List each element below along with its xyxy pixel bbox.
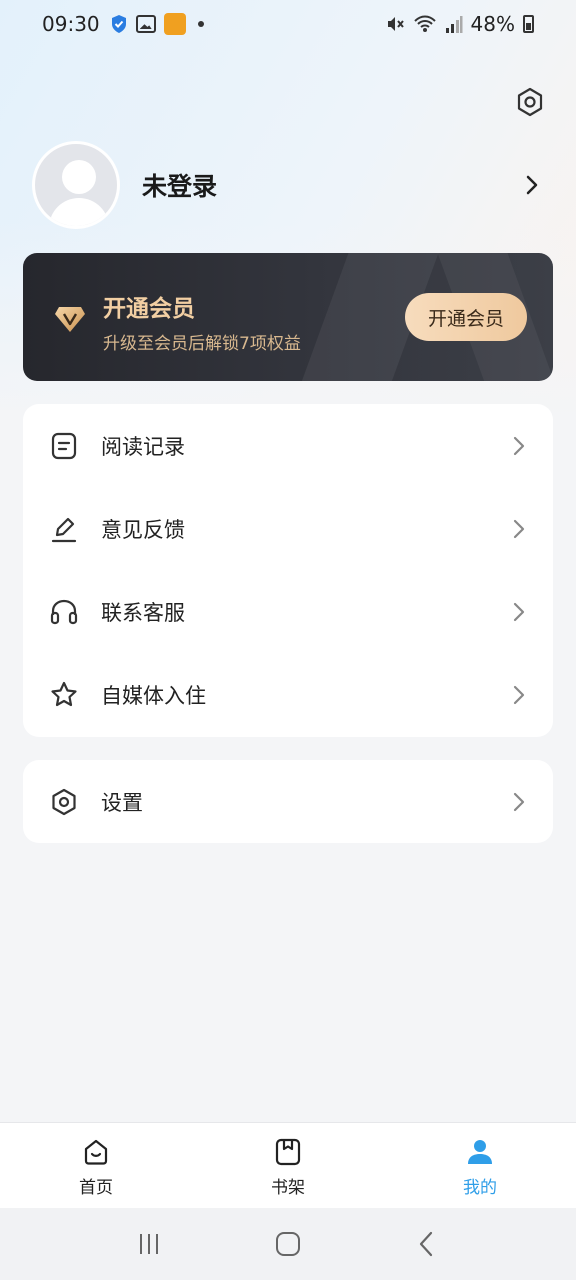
- battery-percent: 48%: [470, 12, 515, 36]
- headphones-icon: [50, 599, 78, 624]
- vip-subtitle: 升级至会员后解锁7项权益: [103, 334, 301, 354]
- menu-item-label: 自媒体入住: [101, 683, 206, 708]
- nav-item-home[interactable]: 首页: [0, 1123, 192, 1208]
- home-icon: [84, 1139, 108, 1165]
- menu-item-label: 阅读记录: [101, 434, 185, 459]
- nav-label: 首页: [79, 1178, 113, 1198]
- menu-item-self-media[interactable]: 自媒体入住: [23, 653, 553, 736]
- menu-item-label: 意见反馈: [101, 517, 185, 542]
- menu-item-label: 联系客服: [101, 600, 185, 625]
- settings-hexagon-icon: [52, 788, 76, 815]
- status-bar: 09:30 48%: [0, 0, 576, 48]
- system-nav-bar: [0, 1208, 576, 1280]
- menu-item-reading-history[interactable]: 阅读记录: [23, 404, 553, 487]
- star-icon: [51, 681, 77, 706]
- pencil-icon: [51, 517, 77, 542]
- menu-item-feedback[interactable]: 意见反馈: [23, 487, 553, 570]
- nav-label: 书架: [271, 1178, 305, 1198]
- open-vip-button[interactable]: 开通会员: [405, 293, 527, 341]
- back-icon[interactable]: [412, 1229, 442, 1259]
- settings-label: 设置: [101, 790, 143, 815]
- chevron-right-icon: [513, 602, 525, 622]
- recent-apps-icon[interactable]: [134, 1229, 164, 1259]
- gallery-icon: [135, 15, 156, 33]
- app-notification-icon: [163, 13, 186, 35]
- settings-card: 设置: [23, 760, 553, 843]
- chevron-right-icon: [513, 792, 525, 812]
- home-button-icon[interactable]: [273, 1229, 303, 1259]
- reading-history-icon: [51, 432, 77, 459]
- bottom-nav: 首页 书架 我的: [0, 1122, 576, 1208]
- mute-icon: [387, 17, 404, 31]
- bookshelf-icon: [275, 1138, 301, 1166]
- nav-label: 我的: [463, 1178, 497, 1198]
- signal-icon: [445, 16, 463, 33]
- chevron-right-icon: [513, 436, 525, 456]
- user-icon: [468, 1140, 492, 1164]
- chevron-right-icon: [513, 685, 525, 705]
- vip-promo-card[interactable]: 开通会员 升级至会员后解锁7项权益 开通会员: [23, 253, 553, 381]
- wifi-icon: [413, 15, 436, 32]
- dot-icon: [197, 21, 204, 27]
- chevron-right-icon[interactable]: [520, 173, 544, 197]
- settings-icon[interactable]: [514, 86, 546, 118]
- profile-name: 未登录: [142, 172, 218, 201]
- nav-item-mine[interactable]: 我的: [384, 1123, 576, 1208]
- profile-login-row[interactable]: 未登录: [32, 140, 544, 230]
- chevron-right-icon: [513, 519, 525, 539]
- battery-icon: [523, 15, 534, 33]
- default-avatar-icon[interactable]: [32, 141, 120, 229]
- status-time: 09:30: [42, 12, 100, 36]
- vip-title: 开通会员: [103, 296, 195, 322]
- menu-card: 阅读记录 意见反馈 联系客服 自媒体入住: [23, 404, 553, 737]
- vip-diamond-icon: [55, 307, 85, 332]
- menu-item-customer-service[interactable]: 联系客服: [23, 570, 553, 653]
- shield-icon: [111, 15, 126, 33]
- nav-item-bookshelf[interactable]: 书架: [192, 1123, 384, 1208]
- menu-item-settings[interactable]: 设置: [23, 760, 553, 843]
